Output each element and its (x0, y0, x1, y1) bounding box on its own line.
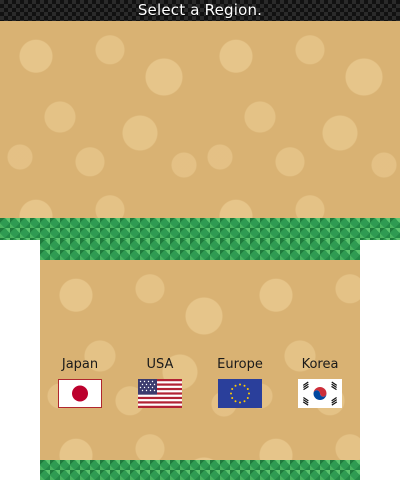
grass-border-top (40, 240, 360, 260)
region-option-europe[interactable]: Europe (208, 357, 272, 408)
sand-background-top (0, 21, 400, 220)
region-label-japan: Japan (61, 357, 99, 372)
usa-flag-icon[interactable] (138, 379, 182, 408)
japan-flag-icon[interactable] (58, 379, 102, 408)
region-selection-panel: Japan USA Europe Korea (40, 260, 360, 460)
grass-border-bottom (40, 460, 360, 480)
title-bar: Select a Region. (0, 0, 400, 21)
top-screen: Select a Region. (0, 0, 400, 240)
region-label-usa: USA (146, 357, 174, 372)
region-label-korea: Korea (301, 357, 339, 372)
region-option-japan[interactable]: Japan (48, 357, 112, 408)
region-option-usa[interactable]: USA (128, 357, 192, 408)
region-option-korea[interactable]: Korea (288, 357, 352, 408)
region-label-europe: Europe (217, 357, 263, 372)
eu-flag-icon[interactable] (218, 379, 262, 408)
grass-border-top-screen (0, 218, 400, 240)
bottom-screen: Japan USA Europe Korea (40, 240, 360, 480)
korea-flag-icon[interactable] (298, 379, 342, 408)
page-title: Select a Region. (137, 1, 263, 19)
